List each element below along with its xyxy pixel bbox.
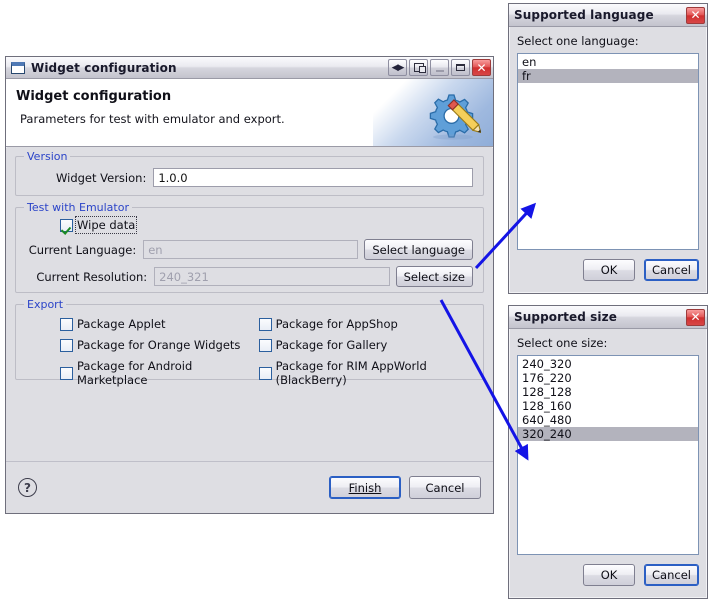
size-dialog-close-glyph: ✕: [690, 310, 701, 324]
checkbox-package-applet[interactable]: Package Applet: [60, 317, 259, 331]
package-appshop-checkbox[interactable]: [258, 317, 272, 331]
current-resolution-input[interactable]: 240_321: [154, 267, 390, 286]
language-dialog-titlebar-buttons: ✕: [686, 6, 705, 24]
wizard-body: Version Widget Version: 1.0.0 Test with …: [6, 148, 493, 461]
restore-arrows-button[interactable]: ◀▶: [388, 59, 407, 76]
close-icon[interactable]: ✕: [686, 308, 705, 326]
export-group: Export Package Applet Package for Orange…: [15, 298, 484, 387]
checkbox-package-rim-appworld[interactable]: Package for RIM AppWorld (BlackBerry): [258, 359, 483, 387]
language-dialog-prompt: Select one language:: [517, 34, 639, 48]
minimize-button[interactable]: [430, 59, 449, 76]
package-rim-appworld-checkbox[interactable]: [258, 366, 272, 380]
current-language-label: Current Language:: [28, 242, 137, 257]
list-item[interactable]: 320_240: [518, 427, 698, 441]
finish-button-label: Finish: [348, 480, 382, 495]
package-gallery-checkbox[interactable]: [258, 338, 272, 352]
wizard-banner: Widget configuration Parameters for test…: [6, 79, 493, 147]
size-dialog-titlebar-buttons: ✕: [686, 308, 705, 326]
package-rim-appworld-label: Package for RIM AppWorld (BlackBerry): [275, 359, 427, 387]
screenshot-root: Widget configuration ◀▶ ✕ Widget configu…: [0, 0, 712, 605]
checkbox-package-orange-widgets[interactable]: Package for Orange Widgets: [60, 338, 259, 352]
package-gallery-label: Package for Gallery: [275, 338, 388, 352]
checkbox-package-gallery[interactable]: Package for Gallery: [258, 338, 483, 352]
finish-button[interactable]: Finish: [329, 476, 401, 499]
package-android-marketplace-checkbox[interactable]: [60, 366, 73, 380]
test-with-emulator-group: Test with Emulator Wipe data Current Lan…: [15, 201, 484, 293]
size-dialog-title: Supported size: [514, 310, 617, 324]
gear-pencil-icon: [423, 85, 482, 141]
language-listbox[interactable]: en fr: [517, 53, 699, 250]
list-item[interactable]: en: [518, 55, 698, 69]
checkbox-package-android-marketplace[interactable]: Package for Android Marketplace: [60, 359, 259, 387]
language-dialog-body: Select one language: en fr OK Cancel: [509, 27, 707, 293]
size-dialog-buttons: OK Cancel: [517, 564, 699, 586]
main-window-titlebar-buttons: ◀▶ ✕: [388, 59, 491, 76]
export-group-legend: Export: [24, 298, 67, 311]
emulator-group-legend: Test with Emulator: [24, 201, 132, 214]
current-language-input[interactable]: en: [143, 240, 359, 259]
package-applet-label: Package Applet: [77, 317, 166, 331]
window-icon: [11, 61, 25, 74]
close-button[interactable]: ✕: [472, 59, 491, 76]
detach-button[interactable]: [409, 59, 428, 76]
select-language-button[interactable]: Select language: [364, 239, 473, 260]
version-group: Version Widget Version: 1.0.0: [15, 150, 484, 196]
version-group-legend: Version: [24, 150, 71, 163]
language-ok-button[interactable]: OK: [583, 259, 636, 281]
language-dialog-titlebar: Supported language ✕: [509, 4, 707, 27]
cancel-button[interactable]: Cancel: [409, 476, 481, 499]
language-dialog-title: Supported language: [514, 8, 654, 22]
maximize-button[interactable]: [451, 59, 470, 76]
size-cancel-button[interactable]: Cancel: [644, 564, 699, 586]
package-appshop-label: Package for AppShop: [275, 317, 398, 331]
current-resolution-label: Current Resolution:: [36, 269, 148, 284]
wipe-data-label: Wipe data: [74, 216, 138, 234]
main-window-title: Widget configuration: [31, 60, 177, 75]
widget-configuration-window: Widget configuration ◀▶ ✕ Widget configu…: [5, 56, 494, 514]
supported-size-dialog: Supported size ✕ Select one size: 240_32…: [508, 305, 708, 599]
list-item[interactable]: 176_220: [518, 371, 698, 385]
package-orange-widgets-checkbox[interactable]: [60, 338, 73, 352]
size-dialog-prompt: Select one size:: [517, 336, 608, 350]
widget-version-label: Widget Version:: [56, 170, 147, 185]
supported-language-dialog: Supported language ✕ Select one language…: [508, 3, 708, 294]
list-item[interactable]: 128_128: [518, 385, 698, 399]
help-icon[interactable]: ?: [18, 478, 37, 497]
size-dialog-titlebar: Supported size ✕: [509, 306, 707, 329]
list-item[interactable]: fr: [518, 69, 698, 83]
size-dialog-body: Select one size: 240_320 176_220 128_128…: [509, 329, 707, 598]
language-dialog-close-glyph: ✕: [690, 8, 701, 22]
package-orange-widgets-label: Package for Orange Widgets: [77, 338, 241, 352]
package-android-marketplace-label: Package for Android Marketplace: [77, 359, 193, 387]
wipe-data-checkbox[interactable]: [60, 218, 73, 232]
banner-title: Widget configuration: [16, 89, 172, 104]
checkbox-package-appshop[interactable]: Package for AppShop: [258, 317, 483, 331]
wizard-footer: ? Finish Cancel: [6, 461, 493, 513]
close-icon[interactable]: ✕: [686, 6, 705, 24]
widget-version-input[interactable]: 1.0.0: [153, 168, 473, 187]
main-window-titlebar: Widget configuration ◀▶ ✕: [6, 57, 493, 79]
language-dialog-buttons: OK Cancel: [517, 259, 699, 281]
list-item[interactable]: 128_160: [518, 399, 698, 413]
wipe-data-row[interactable]: Wipe data: [60, 216, 483, 234]
banner-subtitle: Parameters for test with emulator and ex…: [20, 112, 285, 126]
size-listbox[interactable]: 240_320 176_220 128_128 128_160 640_480 …: [517, 355, 699, 555]
select-size-button[interactable]: Select size: [395, 266, 473, 287]
list-item[interactable]: 640_480: [518, 413, 698, 427]
language-cancel-button[interactable]: Cancel: [644, 259, 699, 281]
package-applet-checkbox[interactable]: [60, 317, 73, 331]
size-ok-button[interactable]: OK: [583, 564, 636, 586]
list-item[interactable]: 240_320: [518, 357, 698, 371]
